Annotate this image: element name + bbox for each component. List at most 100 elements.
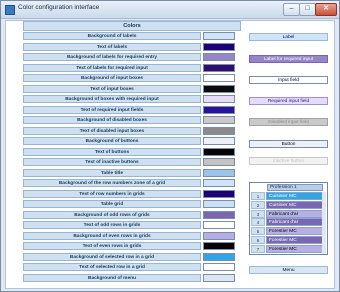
color-swatch[interactable] bbox=[203, 158, 235, 166]
colors-header: Colors bbox=[23, 21, 241, 31]
color-swatch[interactable] bbox=[203, 116, 235, 124]
grid-cell[interactable]: Forestier MC bbox=[266, 227, 324, 236]
color-row-label: Text of odd rows in grids bbox=[23, 221, 201, 229]
grid-cell[interactable]: Forestier MC bbox=[266, 236, 324, 244]
grid-row-number: 6 bbox=[251, 236, 265, 244]
grid-scrollbar[interactable] bbox=[322, 192, 326, 254]
color-swatch[interactable] bbox=[203, 210, 235, 219]
color-swatch[interactable] bbox=[203, 74, 235, 82]
color-swatch[interactable] bbox=[203, 126, 235, 135]
color-row-label: Table title bbox=[23, 168, 201, 177]
color-swatch[interactable] bbox=[203, 147, 235, 156]
grid-row[interactable]: 4 Fabricant d'ar bbox=[251, 218, 324, 227]
color-swatch[interactable] bbox=[203, 179, 235, 187]
color-row-label: Background of labels for required entry bbox=[23, 53, 201, 61]
grid-row-number: 1 bbox=[251, 192, 265, 200]
color-row-label: Text of selected row in a grid bbox=[23, 263, 201, 271]
color-row: Background of odd rows of grids bbox=[23, 210, 239, 219]
color-swatch[interactable] bbox=[203, 32, 235, 40]
preview-required-field[interactable]: Required input field bbox=[249, 97, 328, 105]
color-row-label: Background of labels bbox=[23, 32, 201, 40]
color-row-label: Table grid bbox=[23, 200, 201, 208]
color-swatch[interactable] bbox=[203, 168, 235, 177]
preview-grid[interactable]: Profession 1 1 Cuisinier MC 2 Cuisinier MC 3… bbox=[249, 182, 328, 255]
color-swatch[interactable] bbox=[203, 189, 235, 198]
grid-row-number: 4 bbox=[251, 218, 265, 227]
preview-button[interactable]: Button bbox=[249, 140, 328, 148]
color-swatch[interactable] bbox=[203, 231, 235, 240]
color-swatch[interactable] bbox=[203, 42, 235, 51]
grid-row-number: 3 bbox=[251, 209, 265, 218]
color-swatch[interactable] bbox=[203, 242, 235, 250]
grid-row[interactable]: 5 Forestier MC bbox=[251, 227, 324, 236]
color-row: Background of labels for required entry bbox=[23, 53, 239, 61]
title-bar[interactable]: Color configuration interface – □ ✕ bbox=[1, 1, 339, 19]
color-swatch[interactable] bbox=[203, 221, 235, 229]
preview-label-required: Label for required input bbox=[249, 55, 328, 63]
grid-cell[interactable]: Fabricant d'ar bbox=[266, 209, 324, 218]
color-row: Background of input boxes bbox=[23, 74, 239, 82]
grid-cell[interactable]: Cuisinier MC bbox=[266, 192, 324, 200]
grid-title: Profession 1 bbox=[267, 184, 323, 191]
grid-row[interactable]: 1 Cuisinier MC bbox=[251, 192, 324, 200]
preview-label: Label bbox=[249, 33, 328, 41]
grid-row[interactable]: 3 Fabricant d'ar bbox=[251, 209, 324, 218]
color-row: Background of labels bbox=[23, 32, 239, 40]
color-swatch[interactable] bbox=[203, 252, 235, 261]
color-swatch[interactable] bbox=[203, 137, 235, 145]
content-area: Colors Background of labels Text of label… bbox=[5, 20, 335, 289]
grid-row[interactable]: 6 Forestier MC bbox=[251, 236, 324, 244]
minimize-button[interactable]: – bbox=[283, 3, 300, 16]
app-icon bbox=[5, 5, 15, 15]
color-row-label: Background of boxes with required input bbox=[23, 95, 201, 103]
window-title: Color configuration interface bbox=[18, 4, 100, 11]
color-row: Background of the row numbers zone of a … bbox=[23, 179, 239, 187]
color-row: Background of disabled boxes bbox=[23, 116, 239, 124]
color-row: Text of disabled input boxes bbox=[23, 126, 239, 135]
grid-row-number: 2 bbox=[251, 200, 265, 209]
grid-row[interactable]: 7 Forestier MC bbox=[251, 244, 324, 253]
color-row: Table title bbox=[23, 168, 239, 177]
color-row: Table grid bbox=[23, 200, 239, 208]
grid-row-number: 5 bbox=[251, 227, 265, 236]
grid-row[interactable]: 2 Cuisinier MC bbox=[251, 200, 324, 209]
color-row: Background of menu bbox=[23, 273, 239, 282]
color-row: Background of buttons bbox=[23, 137, 239, 145]
color-swatch[interactable] bbox=[203, 273, 235, 282]
color-swatch[interactable] bbox=[203, 105, 235, 114]
color-row: Text of required input fields bbox=[23, 105, 239, 114]
color-swatch[interactable] bbox=[203, 200, 235, 208]
color-row: Text of inactive buttons bbox=[23, 158, 239, 166]
grid-cell[interactable]: Cuisinier MC bbox=[266, 200, 324, 209]
preview-input-field[interactable]: Input field bbox=[249, 76, 328, 84]
color-row-label: Background of odd rows of grids bbox=[23, 210, 201, 219]
grid-row-number: 7 bbox=[251, 244, 265, 253]
grid-cell[interactable]: Fabricant d'ar bbox=[266, 218, 324, 227]
color-row-label: Background of input boxes bbox=[23, 74, 201, 82]
color-row: Text of row numbers in grids bbox=[23, 189, 239, 198]
color-row: Text of labels for required input bbox=[23, 63, 239, 72]
color-row-label: Text of input boxes bbox=[23, 84, 201, 93]
color-row-label: Background of even rows in grids bbox=[23, 231, 201, 240]
color-row: Text of odd rows in grids bbox=[23, 221, 239, 229]
color-swatch[interactable] bbox=[203, 95, 235, 103]
color-swatch[interactable] bbox=[203, 263, 235, 271]
color-row: Text of labels bbox=[23, 42, 239, 51]
color-swatch[interactable] bbox=[203, 84, 235, 93]
color-row: Background of selected row in a grid bbox=[23, 252, 239, 261]
window: Color configuration interface – □ ✕ Colo… bbox=[0, 0, 340, 292]
color-row-label: Background of disabled boxes bbox=[23, 116, 201, 124]
color-row-label: Text of labels for required input bbox=[23, 63, 201, 72]
color-row-label: Background of menu bbox=[23, 273, 201, 282]
color-row-label: Background of buttons bbox=[23, 137, 201, 145]
color-row: Text of even rows in grids bbox=[23, 242, 239, 250]
maximize-button[interactable]: □ bbox=[299, 3, 316, 16]
color-row: Text of input boxes bbox=[23, 84, 239, 93]
preview-menu[interactable]: Menu bbox=[249, 266, 328, 274]
color-swatch[interactable] bbox=[203, 63, 235, 72]
close-button[interactable]: ✕ bbox=[315, 3, 337, 16]
color-row: Background of even rows in grids bbox=[23, 231, 239, 240]
grid-cell[interactable]: Forestier MC bbox=[266, 244, 324, 253]
preview-inactive-button: Inactive button bbox=[249, 157, 328, 165]
color-swatch[interactable] bbox=[203, 53, 235, 61]
